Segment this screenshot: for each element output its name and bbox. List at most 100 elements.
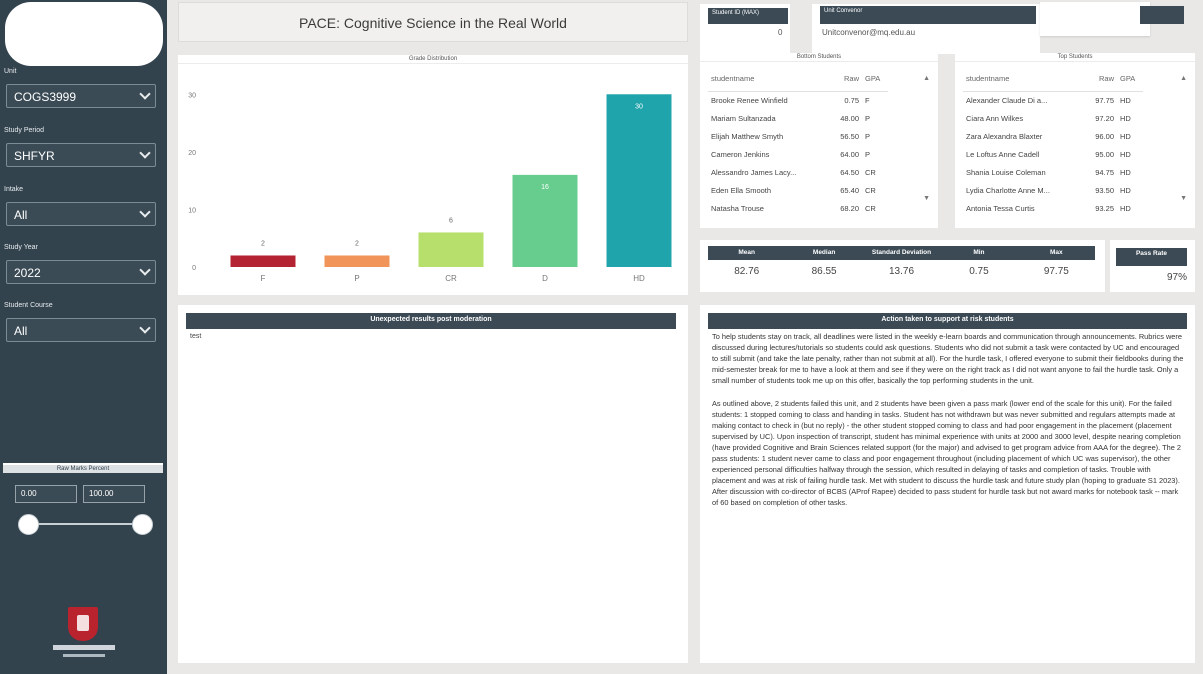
email-label: Unit Convenor (820, 6, 1036, 24)
table-row[interactable]: Antonia Tessa Curtis 93.25 HD (963, 199, 1143, 217)
y-tick-label: 0 (192, 265, 196, 272)
table-row[interactable]: Eden Ella Smooth 65.40 CR (708, 181, 888, 199)
range-min-input[interactable]: 0.00 (15, 485, 77, 503)
cell-name: Cameron Jenkins (711, 149, 770, 159)
range-max-handle[interactable] (132, 514, 153, 535)
student-id-label: Student ID (MAX) (708, 8, 788, 24)
cell-raw: 94.75 (1095, 167, 1114, 177)
shield-icon (68, 607, 98, 641)
data-label: 2 (355, 240, 359, 247)
cell-raw: 64.00 (840, 149, 859, 159)
y-tick-label: 30 (188, 92, 196, 99)
header-button[interactable] (1140, 6, 1184, 24)
unit-dropdown[interactable]: COGS3999 (6, 84, 156, 108)
student-id-card: Student ID (MAX) 0 (700, 4, 790, 54)
table-title: Top Students (955, 53, 1195, 62)
y-tick-label: 10 (188, 207, 196, 214)
cell-gpa: HD (1120, 167, 1131, 177)
cell-raw: 65.40 (840, 185, 859, 195)
cell-name: Natasha Trouse (711, 203, 764, 213)
bar-hd[interactable] (606, 94, 672, 267)
table-row[interactable]: Alexander Claude Di a... 97.75 HD (963, 91, 1143, 109)
student-course-dropdown[interactable]: All (6, 318, 156, 342)
cell-name: Le Loftus Anne Cadell (966, 149, 1040, 159)
cell-gpa: HD (1120, 113, 1131, 123)
range-slicer-title: Raw Marks Percent (3, 463, 163, 473)
table-row[interactable]: Natasha Trouse 68.20 CR (708, 199, 888, 217)
cell-raw: 95.00 (1095, 149, 1114, 159)
column-header[interactable]: Raw (828, 67, 862, 92)
table-row[interactable]: Alessandro James Lacy... 64.50 CR (708, 163, 888, 181)
cell-gpa: HD (1120, 203, 1131, 213)
bottom-students-table: studentname Raw GPA Brooke Renee Winfiel… (708, 67, 888, 217)
table-row[interactable]: Ciara Ann Wilkes 97.20 HD (963, 109, 1143, 127)
study-period-dropdown[interactable]: SHFYR (6, 143, 156, 167)
intake-dropdown[interactable]: All (6, 202, 156, 226)
dropdown-value: SHFYR (14, 149, 55, 163)
stat-header-mean: Mean (738, 249, 756, 256)
chart-title: Grade Distribution (178, 55, 688, 64)
cell-gpa: HD (1120, 95, 1131, 105)
bottom-students-card: Bottom Students studentname Raw GPA Broo… (700, 53, 938, 228)
column-header[interactable]: studentname (708, 67, 828, 92)
cell-name: Alexander Claude Di a... (966, 95, 1048, 105)
scroll-down-icon[interactable]: ▼ (923, 195, 930, 202)
cell-raw: 0.75 (844, 95, 859, 105)
comments-text: test (190, 333, 202, 340)
bar-f[interactable] (230, 255, 296, 267)
filter-label: Study Period (4, 127, 45, 134)
study-year-dropdown[interactable]: 2022 (6, 260, 156, 284)
x-tick-label: HD (633, 274, 645, 283)
cell-name: Lydia Charlotte Anne M... (966, 185, 1050, 195)
statistics-card: Mean Median Standard Deviation Min Max 8… (700, 240, 1105, 292)
statistics-header: Mean Median Standard Deviation Min Max (708, 246, 1095, 260)
filter-intake: Intake All (4, 184, 156, 226)
data-label: 16 (541, 184, 549, 191)
scroll-up-icon[interactable]: ▲ (923, 75, 930, 82)
table-row[interactable]: Cameron Jenkins 64.00 P (708, 145, 888, 163)
stat-header-min: Min (973, 249, 985, 256)
scroll-down-icon[interactable]: ▼ (1180, 195, 1187, 202)
filter-label: Intake (4, 186, 24, 193)
cell-name: Mariam Sultanzada (711, 113, 776, 123)
filter-label: Study Year (4, 244, 38, 251)
bar-cr[interactable] (418, 232, 484, 267)
raw-marks-range-slicer: Raw Marks Percent 0.00 100.00 (3, 463, 163, 543)
chevron-down-icon (139, 88, 151, 100)
cell-gpa: P (865, 131, 871, 141)
chevron-down-icon (139, 264, 151, 276)
column-header[interactable]: studentname (963, 67, 1083, 92)
cell-name: Ciara Ann Wilkes (966, 113, 1024, 123)
pass-rate-label: Pass Rate (1116, 248, 1187, 266)
column-header[interactable]: GPA (1117, 67, 1143, 92)
table-row[interactable]: Mariam Sultanzada 48.00 P (708, 109, 888, 127)
cell-name: Eden Ella Smooth (711, 185, 772, 195)
range-max-input[interactable]: 100.00 (83, 485, 145, 503)
range-min-handle[interactable] (18, 514, 39, 535)
cell-gpa: CR (865, 185, 876, 195)
data-label: 2 (261, 240, 265, 247)
cell-raw: 64.50 (840, 167, 859, 177)
table-row[interactable]: Shania Louise Coleman 94.75 HD (963, 163, 1143, 181)
cell-name: Zara Alexandra Blaxter (966, 131, 1043, 141)
stat-value-std: 13.76 (889, 266, 915, 277)
chevron-down-icon (139, 322, 151, 334)
scroll-up-icon[interactable]: ▲ (1180, 75, 1187, 82)
stat-value-min: 0.75 (969, 266, 989, 277)
cell-name: Antonia Tessa Curtis (966, 203, 1035, 213)
column-header[interactable]: GPA (862, 67, 888, 92)
stat-value-mean: 82.76 (734, 266, 760, 277)
table-row[interactable]: Le Loftus Anne Cadell 95.00 HD (963, 145, 1143, 163)
table-row[interactable]: Zara Alexandra Blaxter 96.00 HD (963, 127, 1143, 145)
x-tick-label: D (542, 274, 548, 283)
cell-raw: 48.00 (840, 113, 859, 123)
dropdown-value: 2022 (14, 266, 41, 280)
column-header[interactable]: Raw (1083, 67, 1117, 92)
table-row[interactable]: Brooke Renee Winfield 0.75 F (708, 91, 888, 109)
stat-header-median: Median (812, 249, 836, 256)
x-tick-label: F (261, 274, 266, 283)
bar-p[interactable] (324, 255, 390, 267)
table-row[interactable]: Lydia Charlotte Anne M... 93.50 HD (963, 181, 1143, 199)
table-row[interactable]: Elijah Matthew Smyth 56.50 P (708, 127, 888, 145)
range-track (29, 523, 145, 525)
